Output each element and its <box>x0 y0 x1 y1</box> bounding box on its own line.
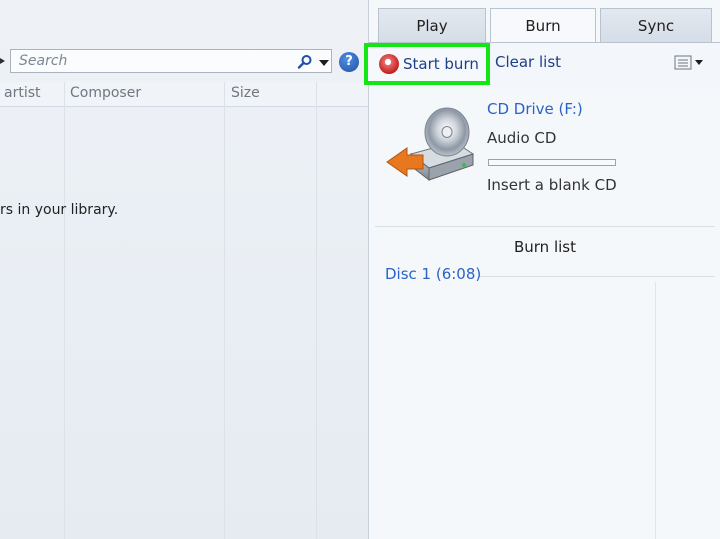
burn-icon <box>379 54 399 74</box>
column-divider[interactable] <box>316 82 317 539</box>
list-options-icon[interactable] <box>673 54 707 72</box>
start-burn-button[interactable]: Start burn <box>364 43 490 85</box>
cd-drive-link[interactable]: CD Drive (F:) <box>487 100 583 118</box>
empty-library-message: rs in your library. <box>0 202 119 218</box>
tab-play[interactable]: Play <box>378 8 486 42</box>
disc-label[interactable]: Disc 1 (6:08) <box>385 265 481 283</box>
library-pane: Search ? artist Composer Size rs in your… <box>0 0 368 539</box>
column-divider[interactable] <box>224 82 225 539</box>
column-header-artist[interactable]: artist <box>4 85 41 101</box>
burn-progress-bar <box>488 159 616 166</box>
tab-sync[interactable]: Sync <box>600 8 712 42</box>
burn-pane: Play Burn Sync Start burn Clear list CD … <box>364 0 720 539</box>
media-type: Audio CD <box>487 129 557 147</box>
library-top-band <box>0 0 368 42</box>
column-divider[interactable] <box>64 82 65 539</box>
section-divider <box>375 226 715 227</box>
search-icon[interactable] <box>297 54 313 70</box>
cd-drive-icon <box>386 107 475 182</box>
chevron-down-icon[interactable] <box>317 54 331 70</box>
burn-toolbar: Start burn Clear list <box>364 43 720 89</box>
search-input[interactable]: Search <box>10 49 332 73</box>
column-header-row: artist Composer Size <box>0 82 368 107</box>
burn-list-title: Burn list <box>513 238 576 256</box>
clear-list-button[interactable]: Clear list <box>495 53 561 71</box>
tab-burn[interactable]: Burn <box>490 8 596 44</box>
section-divider <box>479 276 715 277</box>
column-header-size[interactable]: Size <box>231 85 260 101</box>
chevron-right-icon[interactable] <box>0 56 6 66</box>
help-icon[interactable]: ? <box>339 52 359 72</box>
column-header-composer[interactable]: Composer <box>70 85 141 101</box>
search-placeholder: Search <box>19 53 68 69</box>
column-divider <box>655 282 656 539</box>
start-burn-label: Start burn <box>403 55 479 73</box>
drive-status: Insert a blank CD <box>487 176 617 194</box>
